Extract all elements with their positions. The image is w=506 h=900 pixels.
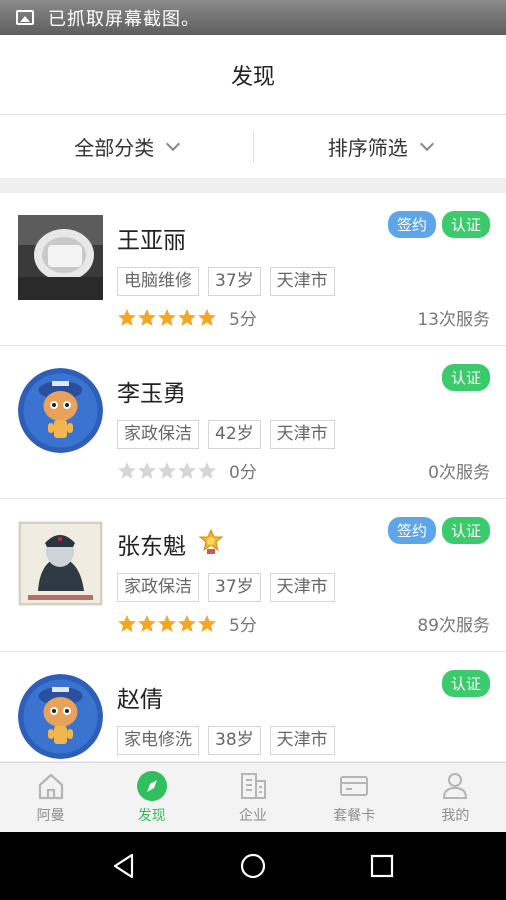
star-icon: [178, 308, 196, 326]
star-icon: [118, 614, 136, 632]
category-filter[interactable]: 全部分类: [0, 115, 253, 178]
page-title: 发现: [230, 64, 275, 90]
tab-label: 发现: [137, 808, 166, 824]
avatar: [18, 521, 103, 606]
service-count: 13次服务: [417, 310, 490, 330]
sort-filter-label: 排序筛选: [327, 136, 408, 160]
category-tag: 家电修洗: [117, 726, 199, 755]
back-icon[interactable]: [110, 852, 138, 880]
home-icon: [38, 773, 63, 800]
avatar: [18, 215, 103, 300]
signed-badge: 签约: [387, 517, 436, 544]
tab-discover[interactable]: 发现: [101, 763, 202, 832]
star-icon: [158, 461, 176, 479]
city-tag: 天津市: [269, 267, 335, 296]
provider-name: 赵倩: [117, 687, 163, 713]
provider-list[interactable]: 王亚丽 签约 认证 电脑维修 37岁 天津市 5分 13次服务 李玉勇 认证 家…: [0, 193, 506, 761]
star-icon: [178, 614, 196, 632]
status-message: 已抓取屏幕截图。: [48, 8, 200, 30]
service-count: 0次服务: [428, 463, 490, 483]
score-text: 5分: [229, 616, 257, 636]
avatar: [18, 368, 103, 453]
star-icon: [198, 308, 216, 326]
certified-badge: 认证: [441, 670, 490, 697]
star-icon: [158, 614, 176, 632]
star-icon: [158, 308, 176, 326]
signed-badge: 签约: [387, 211, 436, 238]
category-tag: 家政保洁: [117, 420, 199, 449]
star-icon: [178, 461, 196, 479]
provider-card[interactable]: 李玉勇 认证 家政保洁 42岁 天津市 0分 0次服务: [0, 346, 506, 499]
header: 发现: [0, 35, 506, 115]
certified-badge: 认证: [441, 364, 490, 391]
provider-card[interactable]: 张东魁 签约 认证 家政保洁 37岁 天津市 5分 89次服务: [0, 499, 506, 652]
star-icon: [198, 461, 216, 479]
star-icon: [198, 614, 216, 632]
system-nav-bar: [0, 832, 506, 900]
tab-label: 阿曼: [36, 808, 65, 824]
age-tag: 37岁: [208, 573, 261, 602]
provider-name: 张东魁: [117, 534, 186, 560]
bottom-tab-bar: 阿曼 发现 企业 套餐卡 我的: [0, 762, 506, 832]
star-icon: [138, 614, 156, 632]
image-icon: [16, 10, 34, 25]
star-icon: [118, 308, 136, 326]
star-rating: [117, 461, 217, 481]
star-icon: [118, 461, 136, 479]
service-count: 89次服务: [417, 616, 490, 636]
category-filter-label: 全部分类: [74, 136, 155, 160]
status-bar: 已抓取屏幕截图。: [0, 0, 506, 35]
certified-badge: 认证: [441, 517, 490, 544]
city-tag: 天津市: [269, 573, 335, 602]
chevron-down-icon: [166, 136, 181, 151]
tab-enterprise[interactable]: 企业: [202, 763, 303, 832]
discover-icon: [136, 771, 167, 801]
score-text: 0分: [229, 463, 257, 483]
age-tag: 42岁: [208, 420, 261, 449]
city-tag: 天津市: [269, 420, 335, 449]
provider-name: 李玉勇: [117, 381, 186, 407]
building-icon: [241, 773, 266, 799]
score-text: 5分: [229, 310, 257, 330]
star-icon: [138, 308, 156, 326]
star-rating: [117, 614, 217, 634]
tab-mine[interactable]: 我的: [405, 763, 506, 832]
provider-card[interactable]: 王亚丽 签约 认证 电脑维修 37岁 天津市 5分 13次服务: [0, 193, 506, 346]
card-icon: [340, 776, 369, 796]
avatar: [18, 674, 103, 759]
home-circle-icon[interactable]: [239, 852, 267, 880]
tab-label: 我的: [441, 808, 470, 824]
star-icon: [138, 461, 156, 479]
tab-home[interactable]: 阿曼: [0, 763, 101, 832]
tab-package-card[interactable]: 套餐卡: [304, 763, 405, 832]
category-tag: 家政保洁: [117, 573, 199, 602]
user-icon: [443, 773, 468, 799]
category-tag: 电脑维修: [117, 267, 199, 296]
filter-bar: 全部分类 排序筛选: [0, 115, 506, 178]
provider-name: 王亚丽: [117, 228, 186, 254]
tab-label: 套餐卡: [333, 808, 376, 824]
provider-card[interactable]: 赵倩 认证 家电修洗 38岁 天津市: [0, 652, 506, 761]
sort-filter[interactable]: 排序筛选: [254, 115, 506, 178]
age-tag: 37岁: [208, 267, 261, 296]
certified-badge: 认证: [441, 211, 490, 238]
city-tag: 天津市: [269, 726, 335, 755]
tab-label: 企业: [239, 808, 267, 824]
chevron-down-icon: [419, 136, 434, 151]
star-rating: [117, 308, 217, 328]
medal-icon: [198, 528, 224, 559]
age-tag: 38岁: [208, 726, 261, 755]
recents-icon[interactable]: [368, 852, 396, 880]
